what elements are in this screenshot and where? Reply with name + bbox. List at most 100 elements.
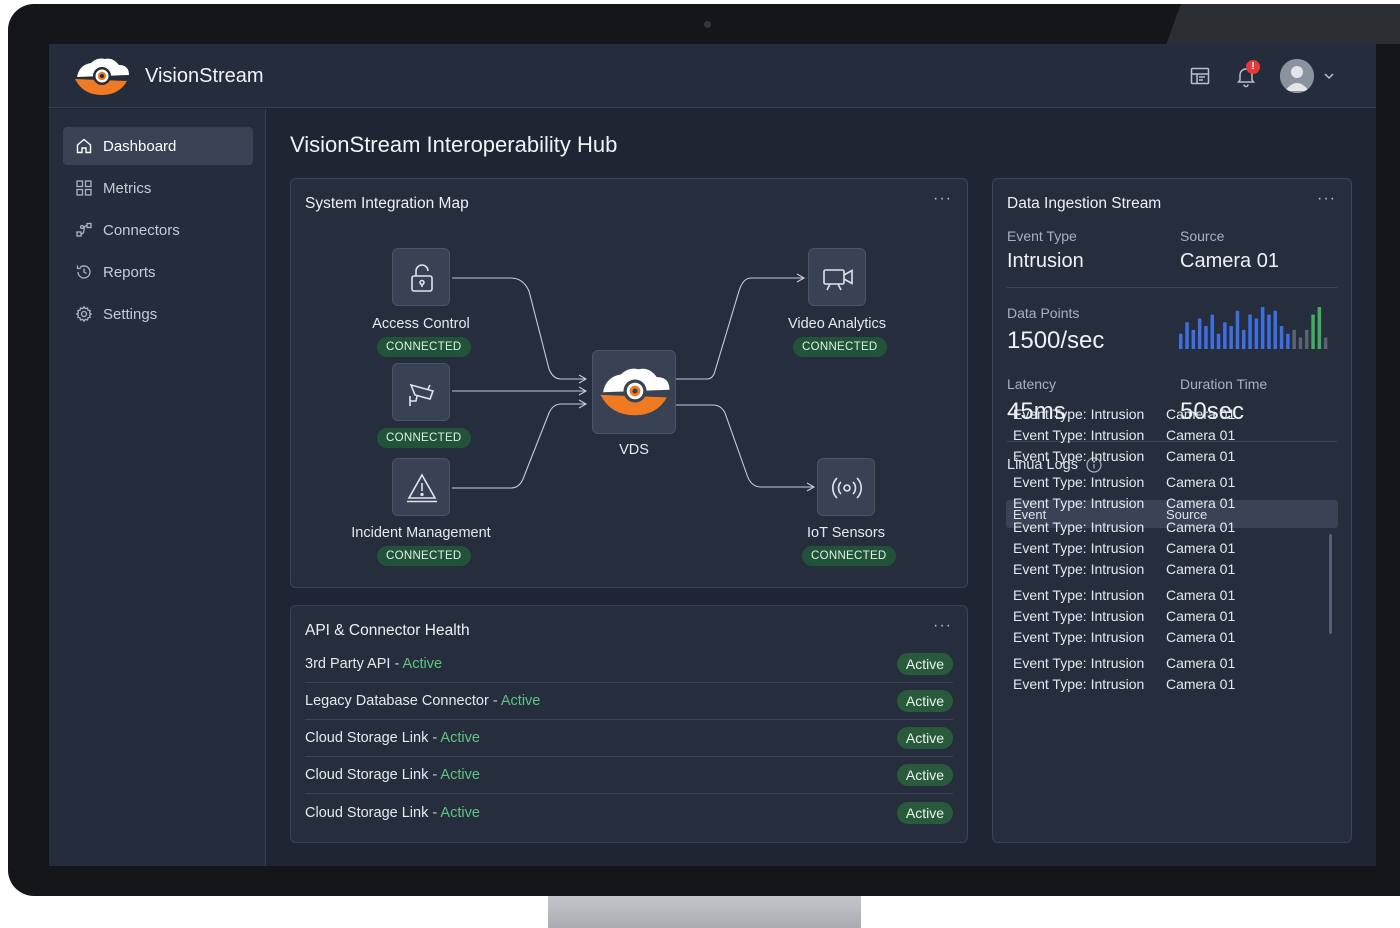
api-row[interactable]: 3rd Party API - Active Active: [305, 646, 953, 683]
chevron-down-icon[interactable]: [1322, 69, 1336, 83]
sidebar-item-dashboard[interactable]: Dashboard: [63, 127, 253, 165]
api-row[interactable]: Cloud Storage Link - Active Active: [305, 794, 953, 831]
separator: -: [428, 730, 441, 746]
status-badge: CONNECTED: [377, 428, 471, 448]
api-row[interactable]: Cloud Storage Link - Active Active: [305, 720, 953, 757]
sparkline-chart: [1179, 307, 1328, 349]
sidebar-item-reports[interactable]: Reports: [63, 253, 253, 291]
node-label: Incident Management: [351, 525, 491, 541]
connector-status: Active: [440, 730, 480, 746]
user-avatar[interactable]: [1280, 59, 1314, 93]
sparkline-bar: [1305, 329, 1309, 349]
data-points-value: 1500/sec: [1007, 327, 1105, 354]
sparkline-bar: [1279, 326, 1284, 349]
log-source: Camera 01: [1166, 655, 1236, 671]
sidebar-item-label: Settings: [103, 305, 158, 323]
log-source: Camera 01: [1166, 519, 1236, 535]
sparkline-bar: [1229, 326, 1233, 349]
integration-map-panel: System Integration Map ··· Access Contro…: [290, 178, 968, 588]
sidebar-item-settings[interactable]: Settings: [63, 295, 253, 333]
data-ingestion-panel: Data Ingestion Stream ··· Event Type Int…: [992, 178, 1352, 843]
iot-sensors-node[interactable]: [817, 458, 875, 516]
hub-label: VDS: [619, 442, 649, 458]
log-event: Event Type: Intrusion: [1013, 587, 1145, 603]
connector-name: Legacy Database Connector: [305, 693, 489, 709]
sidebar-item-label: Connectors: [103, 221, 180, 239]
status-badge: Active: [896, 801, 953, 824]
sparkline-bar: [1185, 322, 1189, 349]
vds-hub-node[interactable]: [592, 350, 676, 434]
layout-icon[interactable]: [1188, 64, 1212, 88]
log-event: Event Type: Intrusion: [1013, 427, 1145, 443]
history-icon: [76, 265, 91, 279]
api-name: 3rd Party API - Active: [305, 656, 442, 672]
api-name: Legacy Database Connector - Active: [305, 693, 540, 709]
log-event: Event Type: Intrusion: [1013, 519, 1145, 535]
event-type-value: Intrusion: [1007, 250, 1084, 272]
log-source: Camera 01: [1166, 448, 1236, 464]
sparkline-bar: [1254, 318, 1259, 349]
connector-name: 3rd Party API: [305, 656, 391, 672]
app-screen: VisionStream ! Dashboard Metrics Connect…: [49, 44, 1376, 866]
sidebar: Dashboard Metrics Connectors Reports Set…: [49, 109, 266, 866]
panel-title: API & Connector Health: [305, 622, 470, 639]
status-badge: Active: [896, 653, 953, 675]
log-event: Event Type: Intrusion: [1013, 561, 1145, 577]
api-name: Cloud Storage Link - Active: [305, 730, 480, 746]
connector-name: Cloud Storage Link: [305, 730, 429, 746]
sparkline-bar: [1204, 326, 1208, 349]
log-event: Event Type: Intrusion: [1013, 406, 1145, 422]
sparkline-bar: [1267, 314, 1271, 349]
access-control-node[interactable]: [392, 248, 450, 306]
sparkline-bar: [1248, 314, 1252, 349]
log-source: Camera 01: [1166, 495, 1236, 511]
connector-status: Active: [440, 804, 480, 821]
sparkline-bar: [1292, 329, 1296, 349]
log-scrollbar[interactable]: [1329, 534, 1332, 634]
api-name: Cloud Storage Link - Active: [305, 805, 480, 821]
status-badge: Active: [896, 764, 953, 786]
top-actions: !: [1188, 58, 1336, 94]
log-source: Camera 01: [1166, 474, 1236, 490]
log-event: Event Type: Intrusion: [1013, 540, 1145, 556]
sparkline-bar: [1216, 333, 1221, 349]
sidebar-item-label: Metrics: [103, 179, 152, 197]
node-label: Access Control: [372, 316, 470, 332]
sidebar-item-connectors[interactable]: Connectors: [63, 211, 253, 249]
connector-status: Active: [500, 693, 541, 709]
brand[interactable]: VisionStream: [73, 54, 264, 98]
notification-bell-icon[interactable]: !: [1234, 60, 1260, 88]
sidebar-item-label: Dashboard: [103, 137, 177, 155]
sparkline-bar: [1191, 329, 1196, 349]
log-event: Event Type: Intrusion: [1013, 676, 1145, 692]
api-row[interactable]: Legacy Database Connector - Active Active: [305, 683, 953, 720]
more-options-icon[interactable]: ···: [933, 618, 951, 634]
status-badge: CONNECTED: [377, 546, 471, 566]
log-event: Event Type: Intrusion: [1013, 608, 1145, 624]
log-source: Camera 01: [1166, 608, 1236, 624]
separator: -: [428, 767, 441, 783]
more-options-icon[interactable]: ···: [1317, 191, 1335, 207]
lock-icon: [411, 264, 433, 292]
bezel-glare: [1148, 4, 1400, 44]
incident-management-node[interactable]: [392, 458, 450, 516]
sparkline-bar: [1242, 329, 1246, 349]
api-health-panel: API & Connector Health ··· 3rd Party API…: [290, 605, 968, 843]
notification-badge: !: [1246, 60, 1260, 74]
log-event: Event Type: Intrusion: [1013, 474, 1145, 490]
source-label: Source: [1180, 228, 1225, 244]
log-source: Camera 01: [1166, 540, 1236, 556]
gear-icon: [75, 305, 93, 323]
sparkline-bar: [1317, 307, 1322, 349]
video-analytics-node[interactable]: [808, 248, 866, 306]
api-row[interactable]: Cloud Storage Link - Active Active: [305, 757, 953, 794]
source-value: Camera 01: [1180, 250, 1279, 272]
sidebar-item-metrics[interactable]: Metrics: [63, 169, 253, 207]
sparkline-bar: [1223, 322, 1227, 349]
home-icon: [76, 138, 92, 154]
sensor-icon: [832, 477, 862, 499]
security-camera-node[interactable]: [392, 363, 450, 421]
log-source: Camera 01: [1166, 587, 1236, 603]
sparkline-bar: [1179, 333, 1183, 349]
visionstream-logo-icon: [600, 368, 670, 416]
